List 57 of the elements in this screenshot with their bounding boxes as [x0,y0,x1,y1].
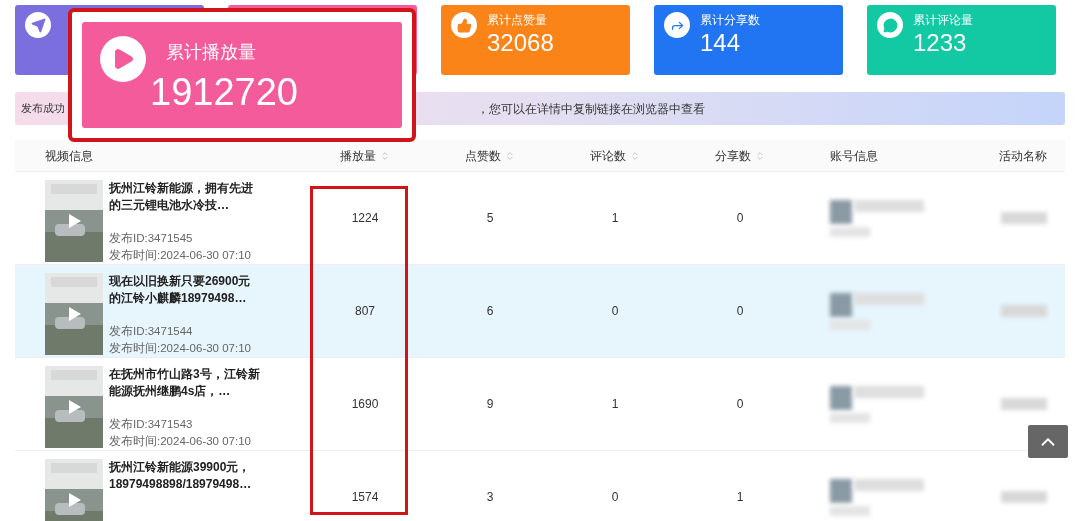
video-title[interactable]: 抚州江铃新能源，拥有先进的三元锂电池水冷技… [109,180,261,230]
table-cell-text: 9 [486,396,494,413]
stat-value: 1912720 [150,70,298,115]
column-header[interactable]: 评论数 [590,146,640,165]
column-header: 视频信息 [45,147,93,165]
video-title[interactable]: 抚州江铃新能源39900元，18979498898/18979498… [109,459,261,511]
publish-time: 发布时间:2024-06-30 07:10 [109,434,252,449]
table-cell-text: 1224 [351,210,379,227]
column-header[interactable]: 播放量 [340,146,390,165]
publish-id: 发布ID:3471545 [109,231,194,246]
sort-icon[interactable] [505,150,515,161]
table-cell-text: 1 [736,489,744,506]
redacted-activity [1001,305,1047,317]
table-cell-text: 0 [611,489,619,506]
stat-title: 累计播放量 [166,41,257,64]
table-cell-text: 3 [486,489,494,506]
stat-title: 累计评论量 [913,12,973,28]
column-header: 账号信息 [830,147,878,165]
redacted-activity [1001,491,1047,503]
table-cell-text: 6 [486,303,494,320]
table-cell-text: 1 [611,210,619,227]
table-cell-text: 0 [736,210,744,227]
stat-value: 1233 [913,28,968,58]
notice-text: 发布成功 [21,101,65,117]
comment-icon [877,12,903,38]
column-header[interactable]: 点赞数 [465,146,515,165]
sort-icon[interactable] [630,150,640,161]
stat-value: 32068 [487,28,554,58]
stat-title: 累计点赞量 [487,12,548,28]
back-to-top-button[interactable] [1028,425,1068,458]
paper-plane-icon [25,12,51,38]
video-title[interactable]: 在抚州市竹山路3号，江铃新能源抚州继鹏4s店，… [109,366,261,416]
publish-id: 发布ID:3471543 [109,417,194,432]
table-cell-text: 1574 [351,489,379,506]
play-icon [100,36,146,82]
publish-time: 发布时间:2024-06-30 07:10 [109,248,252,263]
table-cell-text: 0 [611,303,619,320]
stat-title: 累计分享数 [700,12,760,28]
sort-icon[interactable] [755,150,765,161]
table-cell-text: 807 [355,303,375,320]
column-header[interactable]: 分享数 [715,146,765,165]
sort-icon[interactable] [380,150,390,161]
table-cell-text: 5 [486,210,494,227]
redacted-activity [1001,398,1047,410]
redacted-activity [1001,212,1047,224]
table-cell-text: 0 [736,396,744,413]
notice-text: ，您可以在详情中复制链接在浏览器中查看 [477,100,705,118]
table-cell-text: 0 [736,303,744,320]
table-row[interactable]: 现在以旧换新只要26900元的江铃小麒麟18979498… 发布ID:3471544 发布时间:2024-06-30 07:10 807 6 0 0 [15,265,1065,358]
thumbs-up-icon [451,12,477,38]
stat-value: 144 [700,28,742,58]
table-cell-text: 1690 [351,396,379,413]
table-cell-text: 1 [611,396,619,413]
video-title[interactable]: 现在以旧换新只要26900元的江铃小麒麟18979498… [109,273,261,323]
column-header: 活动名称 [999,147,1047,165]
publish-id: 发布ID:3471544 [109,324,194,339]
publish-time: 发布时间:2024-06-30 07:10 [109,341,252,356]
